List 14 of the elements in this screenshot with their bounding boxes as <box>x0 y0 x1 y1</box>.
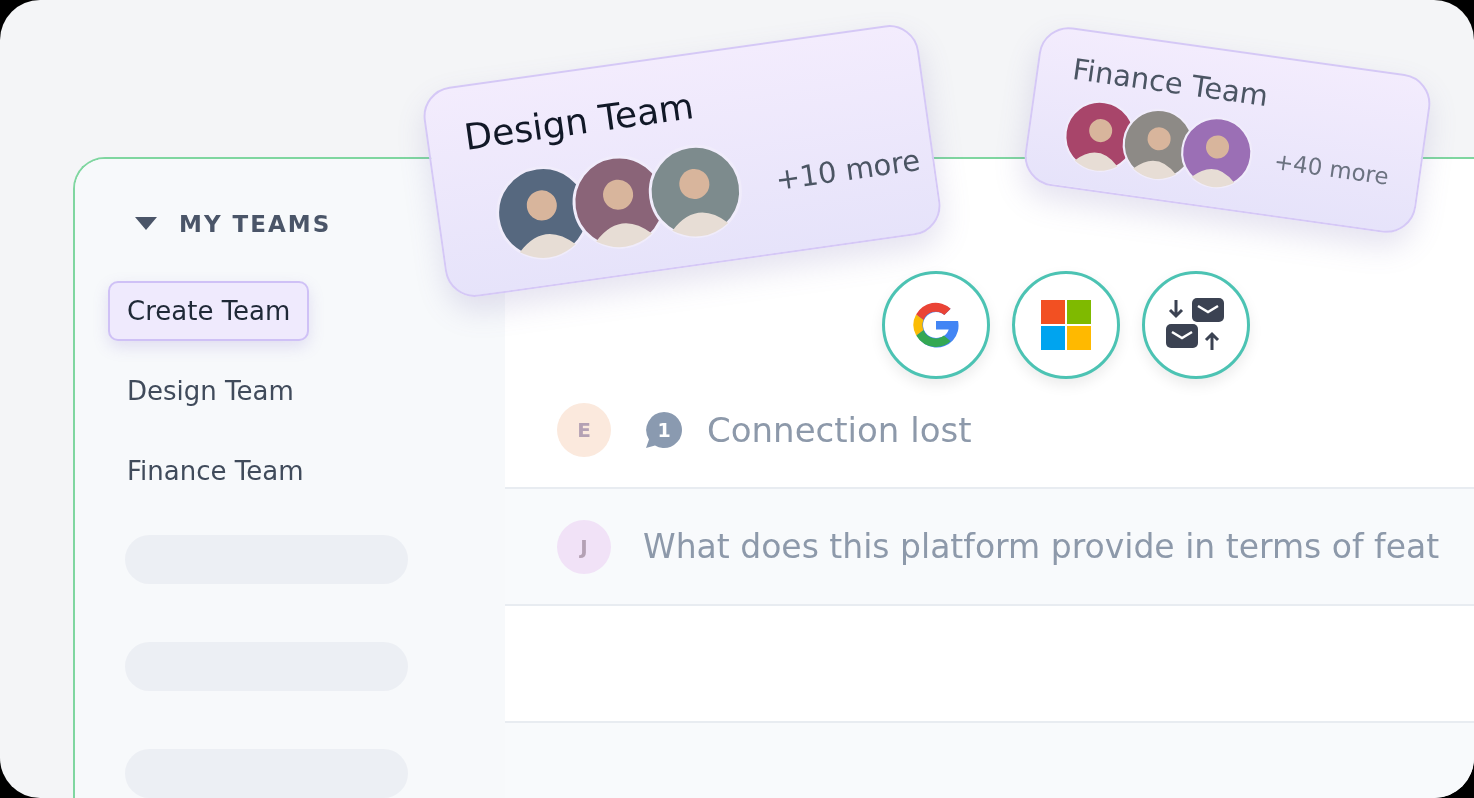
initial-avatar: E <box>557 402 611 457</box>
message-swap-icon <box>1166 298 1226 352</box>
section-heading: MY TEAMS <box>179 211 332 237</box>
microsoft-logo <box>1041 300 1091 350</box>
team-link[interactable]: Finance Team <box>125 441 306 501</box>
initial-avatar: J <box>557 519 611 574</box>
team-title: Design Team <box>461 84 698 158</box>
team-button[interactable]: Create Team <box>108 281 310 341</box>
team-title: Finance Team <box>1070 52 1272 116</box>
more-members-count: +10 more <box>773 143 923 197</box>
team-link[interactable]: Design Team <box>125 361 296 421</box>
comment-count-badge: 1 <box>645 410 683 449</box>
caret-icon[interactable] <box>135 217 157 231</box>
more-members-count: +40 more <box>1272 147 1391 190</box>
